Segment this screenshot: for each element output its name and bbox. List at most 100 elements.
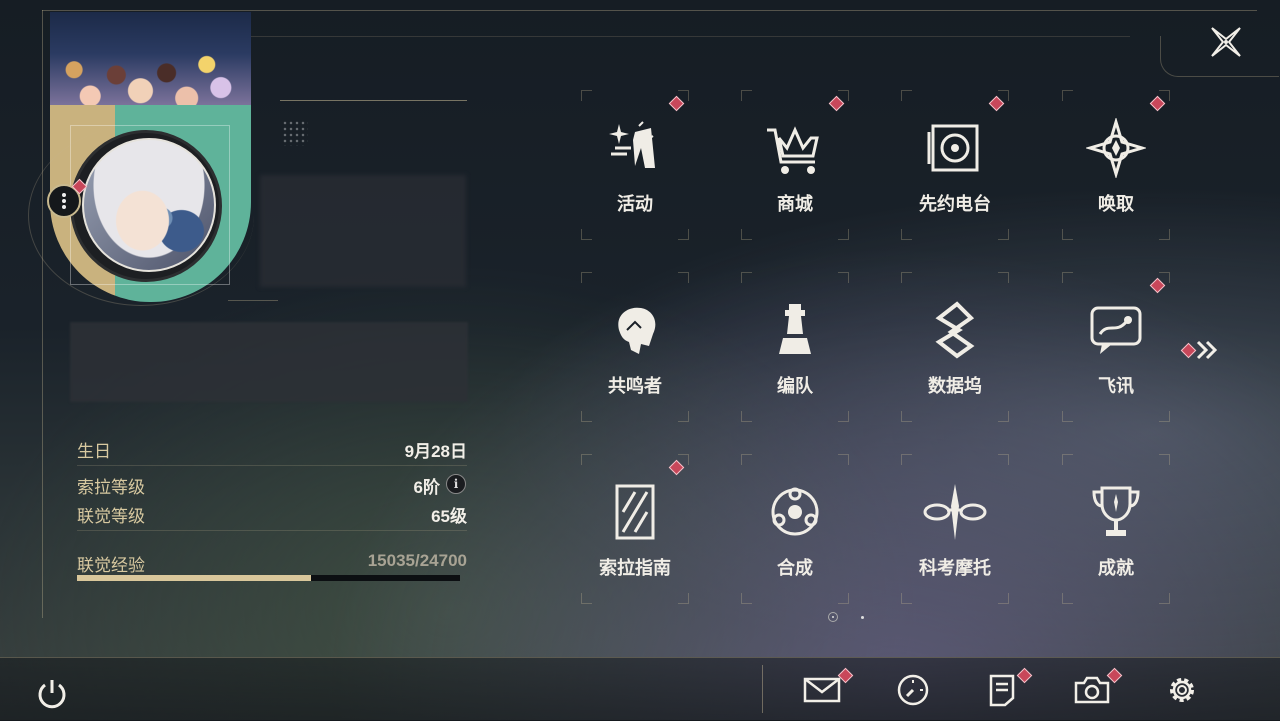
dot-grid-decoration bbox=[282, 120, 308, 146]
grid-corner-tick bbox=[1062, 229, 1073, 240]
grid-corner-tick bbox=[678, 593, 689, 604]
grid-corner-tick bbox=[901, 90, 912, 101]
double-chevron-right-icon bbox=[1196, 340, 1218, 360]
notes-icon bbox=[989, 674, 1015, 707]
settings-button[interactable] bbox=[1160, 668, 1204, 712]
page-dot-active[interactable] bbox=[828, 612, 838, 622]
menu-item[interactable]: 唤取 bbox=[1056, 90, 1176, 240]
menu-item-label: 科考摩托 bbox=[919, 558, 991, 578]
grid-corner-tick bbox=[1062, 454, 1073, 465]
top-frame-line bbox=[42, 10, 1257, 11]
divider bbox=[77, 465, 467, 466]
mail-icon bbox=[803, 677, 841, 703]
guide-book-icon bbox=[599, 476, 671, 548]
more-vertical-icon bbox=[62, 193, 66, 209]
grid-corner-tick bbox=[581, 593, 592, 604]
menu-item-label: 成就 bbox=[1098, 558, 1134, 578]
grid-corner-tick bbox=[1159, 454, 1170, 465]
menu-item[interactable]: 索拉指南 bbox=[575, 454, 695, 604]
exp-progress-fill bbox=[77, 575, 311, 581]
grid-corner-tick bbox=[678, 411, 689, 422]
grid-corner-tick bbox=[678, 229, 689, 240]
grid-corner-tick bbox=[741, 90, 752, 101]
grid-corner-tick bbox=[741, 272, 752, 283]
deco-line bbox=[280, 100, 467, 101]
menu-item-label: 数据坞 bbox=[928, 376, 982, 396]
grid-corner-tick bbox=[581, 229, 592, 240]
message-chat-icon bbox=[1080, 294, 1152, 366]
grid-corner-tick bbox=[741, 454, 752, 465]
grid-corner-tick bbox=[741, 593, 752, 604]
grid-corner-tick bbox=[901, 411, 912, 422]
resonator-head-icon bbox=[599, 294, 671, 366]
sola-level-value: 6阶 bbox=[413, 478, 440, 497]
grid-corner-tick bbox=[741, 229, 752, 240]
menu-item[interactable]: 活动 bbox=[575, 90, 695, 240]
left-frame-line bbox=[42, 10, 43, 618]
player-signature-blurred[interactable] bbox=[70, 322, 468, 402]
menu-item[interactable]: 共鸣者 bbox=[575, 272, 695, 422]
page-dot[interactable] bbox=[861, 616, 864, 619]
menu-item-label: 商城 bbox=[777, 194, 813, 214]
namecard-banner bbox=[50, 12, 251, 117]
grid-corner-tick bbox=[998, 272, 1009, 283]
deco-line bbox=[228, 300, 278, 301]
menu-item-label: 活动 bbox=[617, 194, 653, 214]
player-name-blurred bbox=[260, 175, 466, 287]
exp-label: 联觉经验 bbox=[77, 556, 145, 575]
synthesis-icon bbox=[759, 476, 831, 548]
grid-corner-tick bbox=[581, 411, 592, 422]
union-level-value: 65级 bbox=[431, 507, 467, 526]
info-icon[interactable]: i bbox=[446, 474, 466, 494]
grid-corner-tick bbox=[838, 454, 849, 465]
clock-icon bbox=[897, 674, 929, 706]
event-sparkle-icon bbox=[599, 112, 671, 184]
data-bank-icon bbox=[919, 294, 991, 366]
top-frame-line-inner bbox=[250, 36, 1130, 37]
grid-corner-tick bbox=[838, 272, 849, 283]
menu-item[interactable]: 编队 bbox=[735, 272, 855, 422]
grid-corner-tick bbox=[1062, 90, 1073, 101]
shop-cart-icon bbox=[759, 112, 831, 184]
grid-corner-tick bbox=[581, 454, 592, 465]
menu-item[interactable]: 合成 bbox=[735, 454, 855, 604]
grid-corner-tick bbox=[1159, 229, 1170, 240]
menu-item-label: 合成 bbox=[777, 558, 813, 578]
next-page-button[interactable] bbox=[1180, 338, 1222, 362]
avatar[interactable] bbox=[82, 138, 216, 272]
grid-corner-tick bbox=[901, 593, 912, 604]
radio-device-icon bbox=[919, 112, 991, 184]
motorcycle-icon bbox=[919, 476, 991, 548]
menu-item[interactable]: 商城 bbox=[735, 90, 855, 240]
grid-corner-tick bbox=[838, 411, 849, 422]
sola-level-label: 索拉等级 bbox=[77, 478, 145, 497]
grid-corner-tick bbox=[838, 229, 849, 240]
birthday-label: 生日 bbox=[77, 442, 111, 461]
exp-progress-track bbox=[77, 575, 460, 581]
union-level-label: 联觉等级 bbox=[77, 507, 145, 526]
menu-item[interactable]: 飞讯 bbox=[1056, 272, 1176, 422]
grid-corner-tick bbox=[901, 229, 912, 240]
bottom-divider bbox=[762, 665, 763, 713]
camera-icon bbox=[1074, 676, 1110, 704]
power-button[interactable] bbox=[30, 672, 74, 716]
clock-button[interactable] bbox=[891, 668, 935, 712]
team-chess-icon bbox=[759, 294, 831, 366]
grid-corner-tick bbox=[1062, 593, 1073, 604]
close-button[interactable] bbox=[1207, 23, 1245, 61]
menu-item[interactable]: 科考摩托 bbox=[895, 454, 1015, 604]
close-icon bbox=[1211, 27, 1241, 57]
grid-corner-tick bbox=[901, 272, 912, 283]
grid-corner-tick bbox=[678, 272, 689, 283]
grid-corner-tick bbox=[998, 454, 1009, 465]
birthday-value: 9月28日 bbox=[404, 442, 467, 461]
menu-item-label: 共鸣者 bbox=[608, 376, 662, 396]
menu-item[interactable]: 数据坞 bbox=[895, 272, 1015, 422]
menu-item[interactable]: 先约电台 bbox=[895, 90, 1015, 240]
grid-corner-tick bbox=[998, 229, 1009, 240]
menu-item[interactable]: 成就 bbox=[1056, 454, 1176, 604]
convene-compass-icon bbox=[1080, 112, 1152, 184]
menu-item-label: 先约电台 bbox=[919, 194, 991, 214]
grid-corner-tick bbox=[741, 411, 752, 422]
menu-item-label: 索拉指南 bbox=[599, 558, 671, 578]
